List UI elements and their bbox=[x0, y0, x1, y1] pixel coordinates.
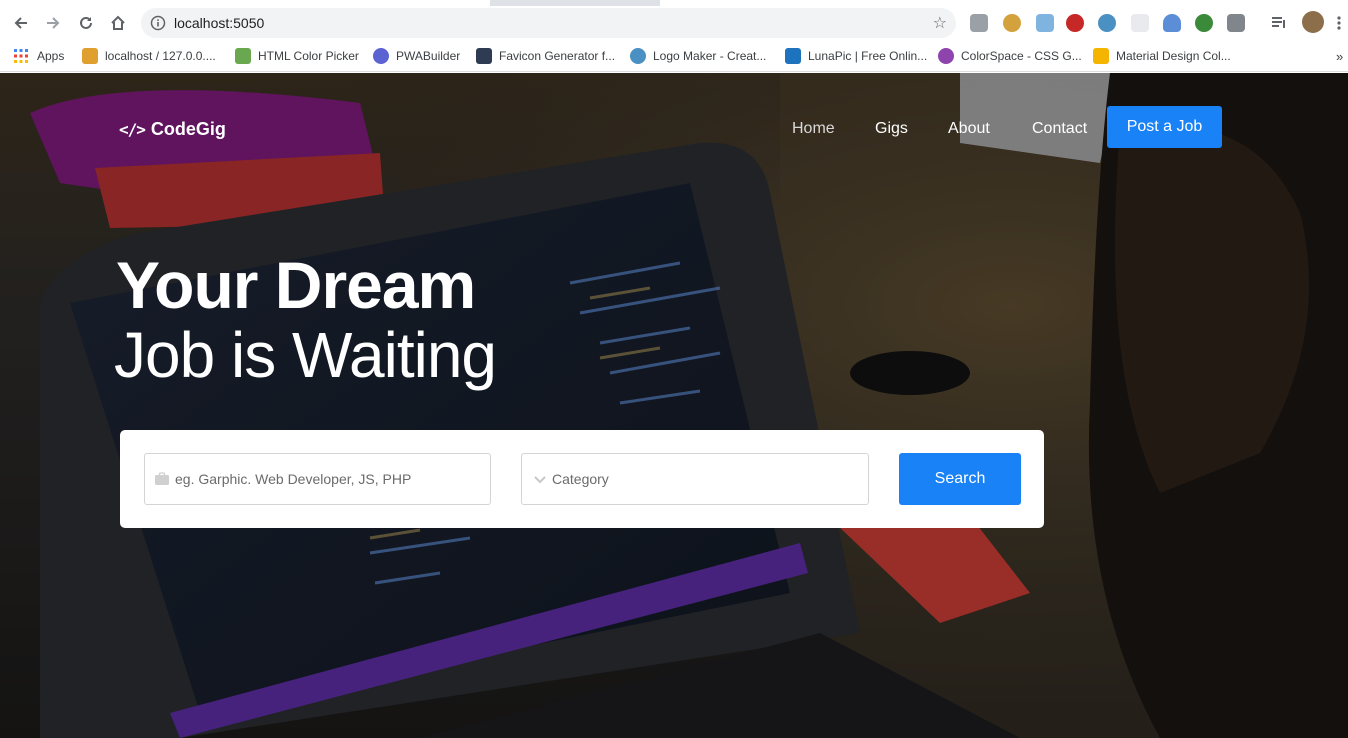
apps-shortcut[interactable]: Apps bbox=[14, 47, 64, 65]
hero-overlay bbox=[0, 73, 1348, 738]
extension-icon[interactable] bbox=[1131, 14, 1149, 32]
bookmark-item[interactable]: ColorSpace - CSS G... bbox=[938, 47, 1082, 65]
extension-icon[interactable] bbox=[1227, 14, 1245, 32]
back-button[interactable] bbox=[9, 11, 33, 35]
bookmark-item[interactable]: Logo Maker - Creat... bbox=[630, 47, 766, 65]
bookmark-label: localhost / 127.0.0.... bbox=[105, 49, 216, 63]
bookmark-label: ColorSpace - CSS G... bbox=[961, 49, 1082, 63]
bookmark-label: LunaPic | Free Onlin... bbox=[808, 49, 928, 63]
bookmark-item[interactable]: LunaPic | Free Onlin... bbox=[785, 47, 927, 65]
url-text[interactable]: localhost:5050 bbox=[174, 15, 264, 31]
colorspace-icon bbox=[938, 48, 954, 64]
reload-icon bbox=[80, 16, 92, 29]
home-button[interactable] bbox=[106, 11, 130, 35]
camera-extension-icon[interactable] bbox=[970, 14, 988, 32]
more-bookmarks-chevron-icon[interactable]: » bbox=[1336, 47, 1343, 65]
reload-button[interactable] bbox=[74, 11, 98, 35]
adblock-extension-icon[interactable] bbox=[1066, 14, 1084, 32]
media-control-icon[interactable] bbox=[1270, 14, 1288, 32]
home-icon bbox=[111, 15, 125, 30]
bookmark-item[interactable]: Favicon Generator f... bbox=[476, 47, 615, 65]
category-placeholder: Category bbox=[552, 471, 609, 487]
nav-contact[interactable]: Contact bbox=[1032, 120, 1087, 138]
extension-icon[interactable] bbox=[1098, 14, 1116, 32]
color-picker-icon bbox=[235, 48, 251, 64]
bookmark-star-icon[interactable]: ☆ bbox=[933, 14, 947, 32]
logo-maker-icon bbox=[630, 48, 646, 64]
bookmark-item[interactable]: localhost / 127.0.0.... bbox=[82, 47, 216, 65]
profile-avatar[interactable] bbox=[1302, 11, 1324, 33]
pwabuilder-icon bbox=[373, 48, 389, 64]
site-logo[interactable]: </> CodeGig bbox=[119, 119, 226, 140]
back-arrow-icon bbox=[14, 17, 27, 29]
apps-grid-icon bbox=[14, 49, 28, 63]
hero-headline-light: Job is Waiting bbox=[114, 319, 497, 391]
search-button[interactable]: Search bbox=[899, 453, 1021, 505]
briefcase-icon bbox=[155, 472, 169, 485]
globe-extension-icon[interactable] bbox=[1195, 14, 1213, 32]
forward-arrow-icon bbox=[47, 17, 60, 29]
extension-icon[interactable] bbox=[1036, 14, 1054, 32]
bookmark-label: Logo Maker - Creat... bbox=[653, 49, 767, 63]
bookmark-item[interactable]: Material Design Col... bbox=[1093, 47, 1231, 65]
keyword-input[interactable]: eg. Garphic. Web Developer, JS, PHP bbox=[144, 453, 491, 505]
job-search-form: eg. Garphic. Web Developer, JS, PHP Cate… bbox=[120, 430, 1044, 528]
chevron-down-icon bbox=[534, 476, 546, 484]
nav-gigs[interactable]: Gigs bbox=[875, 120, 908, 138]
browser-menu-icon[interactable] bbox=[1336, 14, 1342, 32]
keyword-placeholder: eg. Garphic. Web Developer, JS, PHP bbox=[175, 471, 412, 487]
hero-section: </> CodeGig Home Gigs About Contact Post… bbox=[0, 73, 1348, 738]
nav-home[interactable]: Home bbox=[792, 120, 835, 138]
brand-name: CodeGig bbox=[150, 119, 226, 139]
bookmark-item[interactable]: PWABuilder bbox=[373, 47, 460, 65]
cookie-extension-icon[interactable] bbox=[1003, 14, 1021, 32]
post-job-button[interactable]: Post a Job bbox=[1107, 106, 1222, 148]
bookmark-label: Favicon Generator f... bbox=[499, 49, 616, 63]
cloud-extension-icon[interactable] bbox=[1163, 14, 1181, 32]
lunapic-icon bbox=[785, 48, 801, 64]
material-design-icon bbox=[1093, 48, 1109, 64]
bookmark-item[interactable]: HTML Color Picker bbox=[235, 47, 359, 65]
browser-toolbar: localhost:5050 ☆ bbox=[0, 6, 1348, 40]
phpmyadmin-icon bbox=[82, 48, 98, 64]
nav-about[interactable]: About bbox=[948, 120, 990, 138]
bookmark-label: PWABuilder bbox=[396, 49, 461, 63]
forward-button[interactable] bbox=[41, 11, 65, 35]
hero-headline-bold: Your Dream bbox=[116, 248, 476, 322]
info-icon[interactable] bbox=[150, 15, 166, 31]
address-bar[interactable]: localhost:5050 ☆ bbox=[141, 8, 956, 38]
category-select[interactable]: Category bbox=[521, 453, 869, 505]
code-icon: </> bbox=[119, 120, 146, 139]
bookmarks-bar: Apps localhost / 127.0.0.... HTML Color … bbox=[0, 40, 1348, 72]
bookmark-label: HTML Color Picker bbox=[258, 49, 359, 63]
favicon-generator-icon bbox=[476, 48, 492, 64]
apps-label: Apps bbox=[37, 49, 65, 63]
bookmark-label: Material Design Col... bbox=[1116, 49, 1231, 63]
